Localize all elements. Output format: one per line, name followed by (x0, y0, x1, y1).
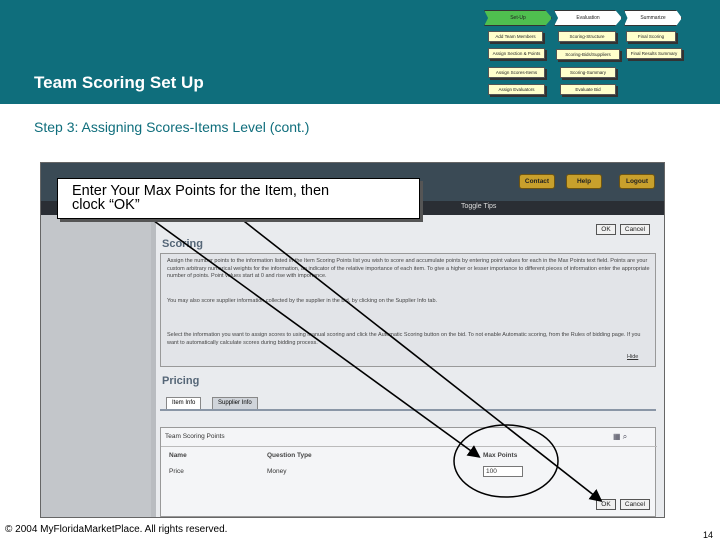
tab-supplier-info[interactable]: Supplier Info (212, 397, 258, 409)
app-left-panel (41, 215, 151, 517)
step-evaluate-bid: Evaluate Bid (560, 84, 616, 95)
process-flow: Set-Up Evaluation Summarize Add Team Mem… (480, 10, 682, 100)
scoring-text-2: You may also score supplier information … (167, 298, 438, 304)
step-assign-scores-items: Assign Scores-Items (488, 67, 545, 78)
app-main-panel: OK Cancel Scoring Assign the number poin… (156, 215, 664, 517)
help-button[interactable]: Help (566, 174, 602, 189)
copyright: © 2004 MyFloridaMarketPlace. All rights … (5, 524, 228, 535)
ok-button-bottom[interactable]: OK (596, 499, 616, 510)
step-title: Step 3: Assigning Scores-Items Level (co… (34, 119, 310, 135)
step-scoring-bids: Scoring-Bids/Suppliers (556, 49, 620, 60)
row-name: Price (169, 468, 184, 475)
table-tools-icon[interactable]: ▦ ⌕ (613, 432, 649, 442)
phase-setup: Set-Up (484, 10, 552, 26)
max-points-input[interactable]: 100 (483, 466, 523, 477)
tab-strip-line (160, 409, 656, 411)
row-question-type: Money (267, 468, 287, 475)
phase-evaluation: Evaluation (554, 10, 622, 26)
step-scoring-summary: Scoring-Summary (560, 67, 616, 78)
step-add-team-members: Add Team Members (488, 31, 543, 42)
page-title: Team Scoring Set Up (34, 73, 204, 92)
phase-summarize: Summarize (624, 10, 682, 26)
step-final-scoring: Final Scoring (626, 31, 676, 42)
column-question-type: Question Type (267, 452, 312, 459)
team-scoring-table: Team Scoring Points ▦ ⌕ Name Question Ty… (160, 427, 657, 517)
contact-button[interactable]: Contact (519, 174, 555, 189)
cancel-button-top[interactable]: Cancel (620, 224, 650, 235)
pricing-heading: Pricing (162, 375, 200, 387)
table-divider (161, 446, 657, 447)
column-name: Name (169, 452, 187, 459)
tab-item-info[interactable]: Item Info (166, 397, 202, 409)
toggle-tips-link[interactable]: Toggle Tips (461, 203, 496, 210)
scoring-heading: Scoring (162, 238, 203, 250)
column-max-points: Max Points (483, 452, 518, 459)
step-assign-section-points: Assign Section & Points (488, 48, 545, 59)
scoring-text-3: Select the information you want to assig… (167, 332, 641, 346)
step-assign-evaluators: Assign Evaluators (488, 84, 545, 95)
page-number: 14 (703, 530, 714, 540)
step-final-results-summary: Final Results Summary (626, 48, 682, 59)
step-scoring-structure: Scoring-Structure (558, 31, 616, 42)
instruction-callout: Enter Your Max Points for the Item, then… (57, 178, 420, 219)
team-scoring-title: Team Scoring Points (165, 433, 225, 440)
cancel-button-bottom[interactable]: Cancel (620, 499, 650, 510)
hide-link[interactable]: Hide (627, 354, 638, 362)
logout-button[interactable]: Logout (619, 174, 655, 189)
scoring-text-1: Assign the number points to the informat… (167, 258, 650, 279)
scoring-panel: Assign the number points to the informat… (160, 253, 656, 367)
ok-button-top[interactable]: OK (596, 224, 616, 235)
